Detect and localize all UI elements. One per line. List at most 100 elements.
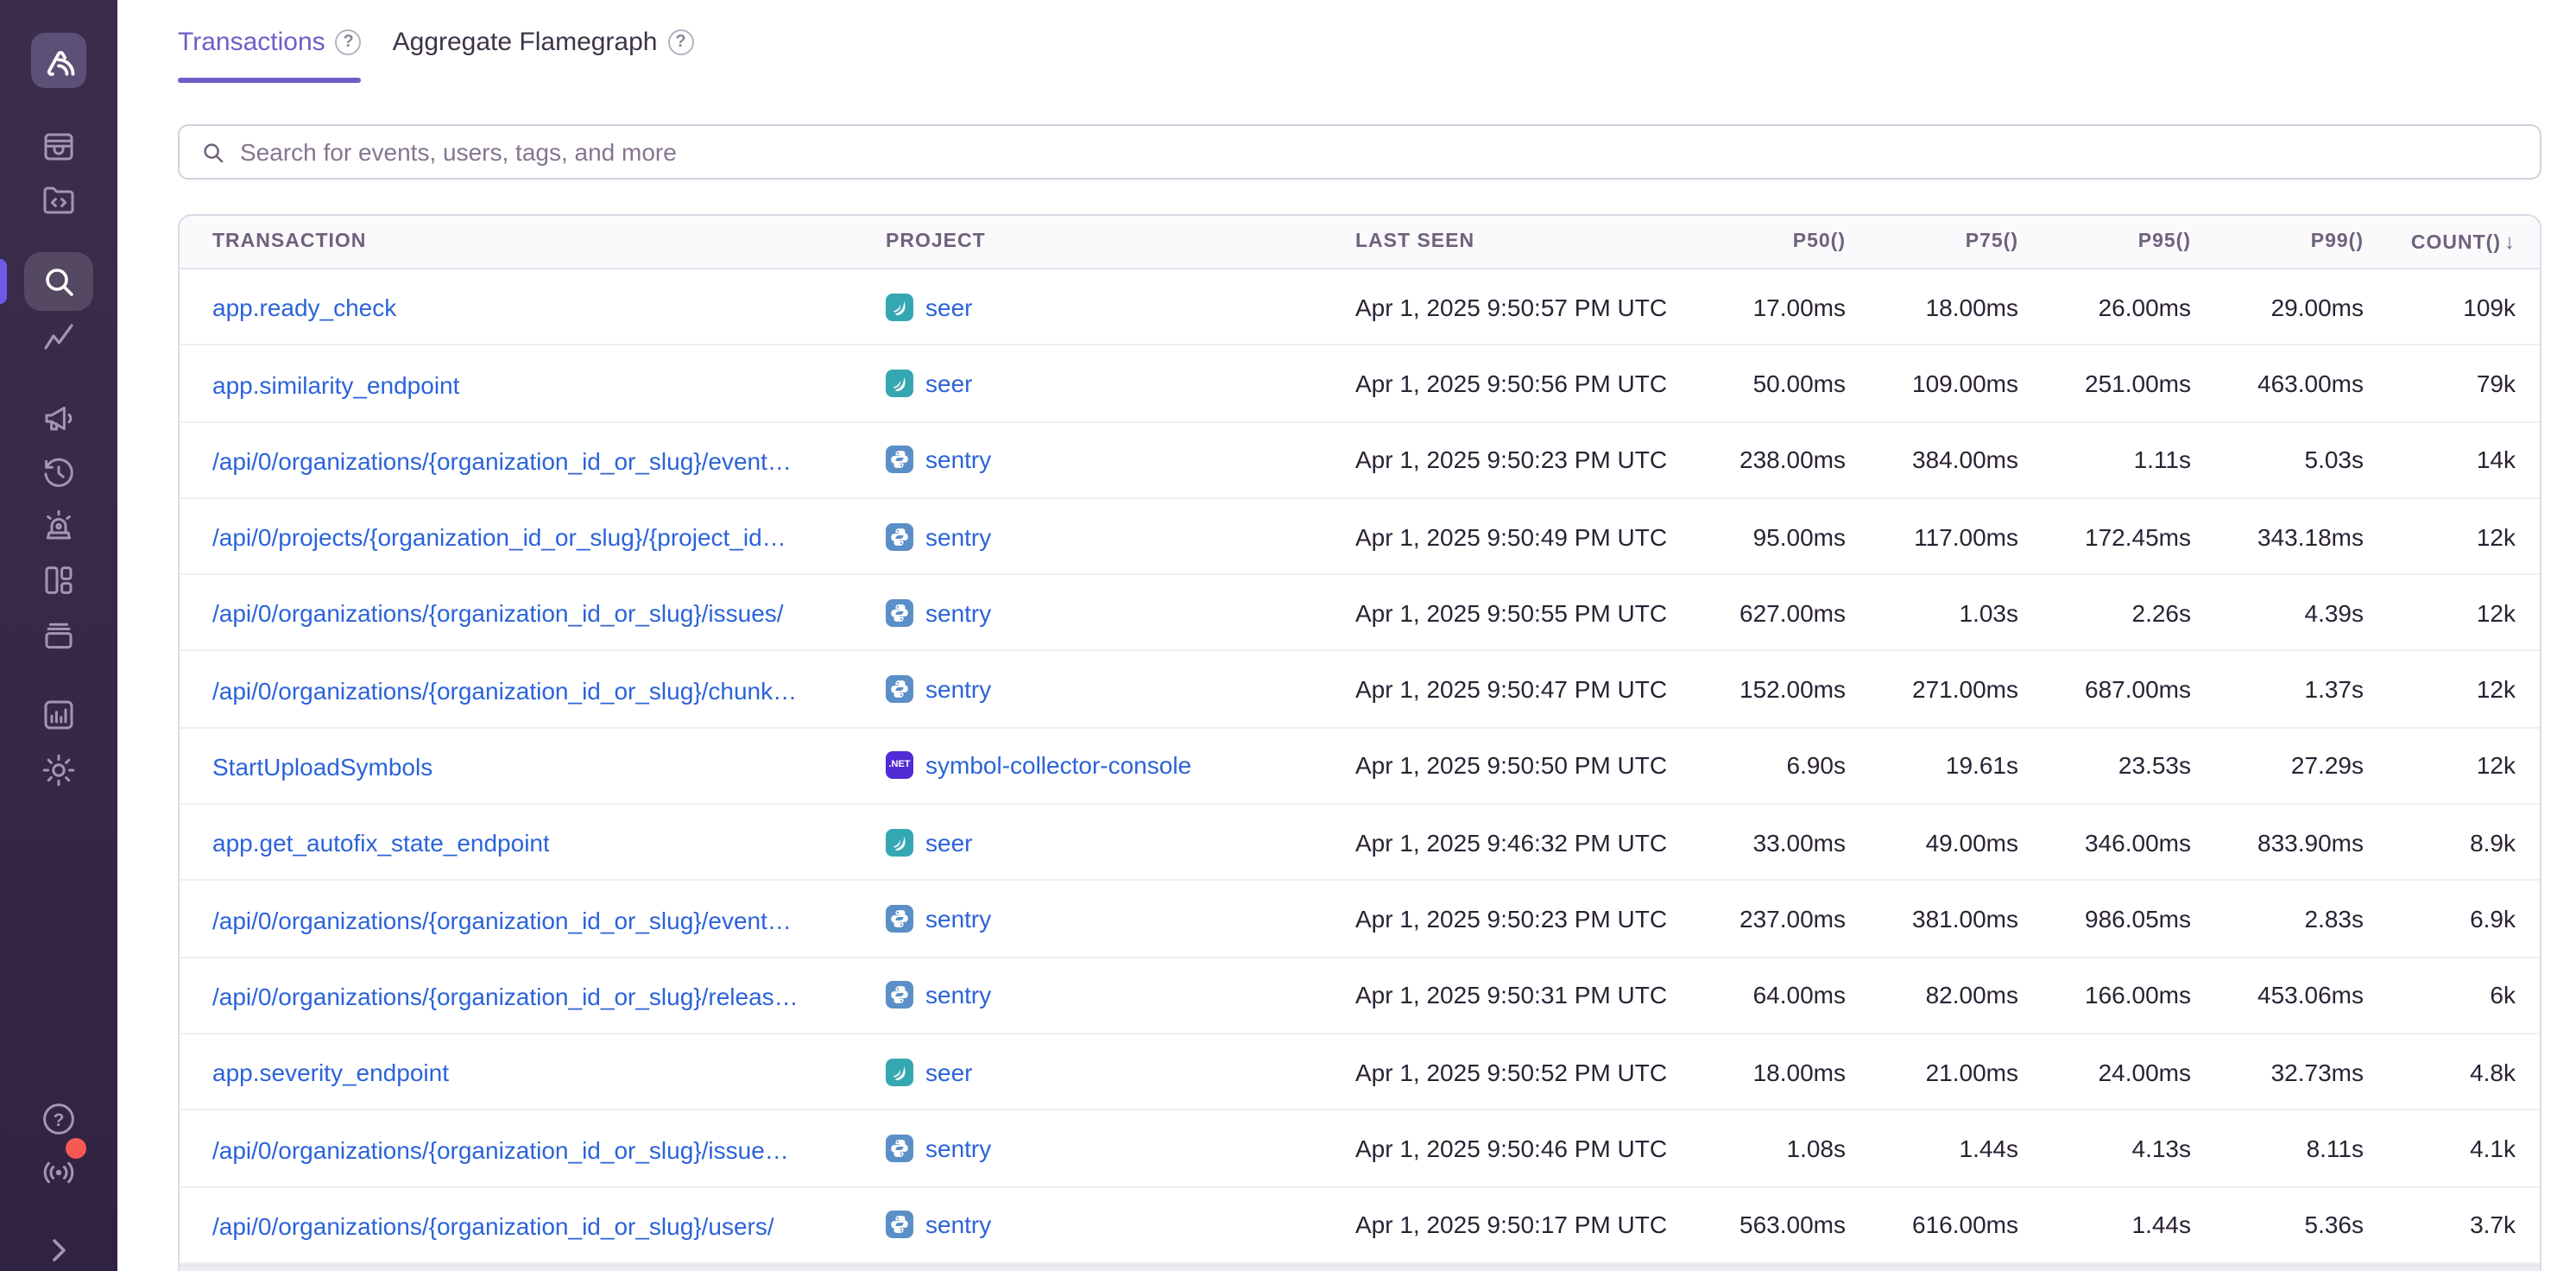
column-header-p95[interactable]: P95() xyxy=(2018,231,2191,252)
cell-p99: 29.00ms xyxy=(2191,293,2364,320)
table-row[interactable]: /api/0/organizations/{organization_id_or… xyxy=(180,1187,2540,1264)
sidebar-item-releases[interactable] xyxy=(38,452,79,494)
help-icon[interactable] xyxy=(668,29,694,55)
cell-p99: 4.39s xyxy=(2191,599,2364,627)
transaction-link[interactable]: /api/0/projects/{organization_id_or_slug… xyxy=(212,523,786,551)
help-icon[interactable] xyxy=(336,29,362,55)
sidebar-item-explore[interactable] xyxy=(38,261,79,302)
sidebar-item-traces[interactable] xyxy=(38,316,79,357)
transaction-link[interactable]: /api/0/organizations/{organization_id_or… xyxy=(212,677,797,705)
transaction-link[interactable]: app.ready_check xyxy=(212,294,396,322)
column-header-p50[interactable]: P50() xyxy=(1673,231,1846,252)
python-project-icon xyxy=(886,446,913,473)
sidebar-item-stats[interactable] xyxy=(38,694,79,736)
project-link[interactable]: sentry xyxy=(925,446,991,473)
project-link[interactable]: sentry xyxy=(925,1211,991,1238)
project-link[interactable]: seer xyxy=(925,828,972,856)
project-link[interactable]: symbol-collector-console xyxy=(925,752,1191,780)
issues-icon xyxy=(38,126,79,168)
project-link[interactable]: sentry xyxy=(925,905,991,933)
sidebar-item-settings[interactable] xyxy=(38,749,79,791)
tab-aggregate-flamegraph-label: Aggregate Flamegraph xyxy=(393,28,658,57)
cell-p95: 2.26s xyxy=(2018,599,2191,627)
search-icon xyxy=(38,261,79,302)
sidebar-item-issues[interactable] xyxy=(38,126,79,168)
table-row[interactable]: /api/0/projects/{organization_id_or_slug… xyxy=(180,499,2540,576)
tab-transactions[interactable]: Transactions xyxy=(178,24,362,83)
sidebar-item-crons[interactable] xyxy=(38,615,79,656)
cell-count: 14k xyxy=(2364,446,2540,473)
column-header-p99[interactable]: P99() xyxy=(2191,231,2364,252)
search-bar[interactable] xyxy=(178,124,2541,180)
cell-count: 8.9k xyxy=(2364,828,2540,856)
table-row[interactable]: /api/0/organizations/{organization_id_or… xyxy=(180,882,2540,958)
table-row[interactable]: /api/0/organizations/{organization_id_or… xyxy=(180,575,2540,652)
project-link[interactable]: sentry xyxy=(925,599,991,627)
project-link[interactable]: seer xyxy=(925,293,972,320)
search-input[interactable] xyxy=(240,138,2519,166)
cell-p99: 463.00ms xyxy=(2191,370,2364,397)
cell-count: 79k xyxy=(2364,370,2540,397)
seer-project-icon xyxy=(886,293,913,320)
sidebar-expand-button[interactable] xyxy=(38,1230,79,1271)
cell-p99: 32.73ms xyxy=(2191,1058,2364,1085)
cell-p50: 18.00ms xyxy=(1673,1058,1846,1085)
cell-count: 109k xyxy=(2364,293,2540,320)
cell-p95: 26.00ms xyxy=(2018,293,2191,320)
sidebar-item-feedback[interactable] xyxy=(38,397,79,439)
table-row[interactable]: app.ready_checkseerApr 1, 2025 9:50:57 P… xyxy=(180,269,2540,346)
transaction-link[interactable]: /api/0/organizations/{organization_id_or… xyxy=(212,983,799,1010)
project-link[interactable]: sentry xyxy=(925,675,991,703)
table-row[interactable]: /api/0/organizations/{organization_id_or… xyxy=(180,422,2540,499)
project-link[interactable]: seer xyxy=(925,370,972,397)
cell-p95: 1.11s xyxy=(2018,446,2191,473)
column-header-p75[interactable]: P75() xyxy=(1846,231,2018,252)
sidebar-item-projects[interactable] xyxy=(38,180,79,221)
cell-count: 4.8k xyxy=(2364,1058,2540,1085)
sidebar: ? xyxy=(0,0,117,1271)
notification-badge xyxy=(66,1138,86,1159)
table-row[interactable]: app.get_autofix_state_endpointseerApr 1,… xyxy=(180,805,2540,882)
project-link[interactable]: sentry xyxy=(925,1135,991,1162)
transactions-table: Transaction Project Last Seen P50() P75(… xyxy=(178,214,2541,1271)
tab-aggregate-flamegraph[interactable]: Aggregate Flamegraph xyxy=(393,24,694,83)
cell-p95: 166.00ms xyxy=(2018,982,2191,1009)
transaction-link[interactable]: /api/0/organizations/{organization_id_or… xyxy=(212,1135,789,1163)
cell-last-seen: Apr 1, 2025 9:50:49 PM UTC xyxy=(1293,522,1673,550)
column-header-project[interactable]: Project xyxy=(853,231,1293,252)
project-link[interactable]: sentry xyxy=(925,982,991,1009)
project-link[interactable]: sentry xyxy=(925,522,991,550)
table-row[interactable]: /api/0/organizations/{organization_id_or… xyxy=(180,958,2540,1034)
cell-last-seen: Apr 1, 2025 9:50:55 PM UTC xyxy=(1293,599,1673,627)
cell-p50: 237.00ms xyxy=(1673,905,1846,933)
project-link[interactable]: seer xyxy=(925,1058,972,1085)
sidebar-item-help[interactable]: ? xyxy=(38,1098,79,1140)
transaction-link[interactable]: app.get_autofix_state_endpoint xyxy=(212,830,550,857)
table-row[interactable]: /api/0/organizations/{organization_id_or… xyxy=(180,1111,2540,1188)
sentry-logo[interactable] xyxy=(31,33,86,88)
transaction-link[interactable]: app.severity_endpoint xyxy=(212,1059,449,1087)
column-header-transaction[interactable]: Transaction xyxy=(180,231,853,252)
transaction-link[interactable]: /api/0/organizations/{organization_id_or… xyxy=(212,1212,774,1240)
table-row[interactable]: app.severity_endpointseerApr 1, 2025 9:5… xyxy=(180,1034,2540,1111)
cell-p95: 23.53s xyxy=(2018,752,2191,780)
cell-last-seen: Apr 1, 2025 9:50:31 PM UTC xyxy=(1293,982,1673,1009)
cell-p75: 109.00ms xyxy=(1846,370,2018,397)
table-row[interactable]: /api/0/organizations/{organization_id_or… xyxy=(180,652,2540,729)
transaction-link[interactable]: /api/0/organizations/{organization_id_or… xyxy=(212,447,792,475)
transaction-link[interactable]: /api/0/organizations/{organization_id_or… xyxy=(212,906,792,933)
column-header-count[interactable]: Count()↓ xyxy=(2364,230,2540,254)
sidebar-item-alerts[interactable] xyxy=(38,506,79,547)
table-row[interactable]: StartUploadSymbols.NETsymbol-collector-c… xyxy=(180,729,2540,806)
transaction-link[interactable]: /api/0/organizations/{organization_id_or… xyxy=(212,600,784,628)
seer-project-icon xyxy=(886,370,913,397)
cell-p95: 1.44s xyxy=(2018,1211,2191,1238)
transaction-link[interactable]: StartUploadSymbols xyxy=(212,753,432,781)
sidebar-item-dashboards[interactable] xyxy=(38,560,79,601)
column-header-last-seen[interactable]: Last Seen xyxy=(1293,231,1673,252)
table-row[interactable]: app.similarity_endpointseerApr 1, 2025 9… xyxy=(180,346,2540,423)
transaction-link[interactable]: app.similarity_endpoint xyxy=(212,370,459,398)
cell-p95: 986.05ms xyxy=(2018,905,2191,933)
python-project-icon xyxy=(886,1135,913,1162)
app-window: ? Transactions Aggregate Flamegraph xyxy=(0,0,2576,1271)
